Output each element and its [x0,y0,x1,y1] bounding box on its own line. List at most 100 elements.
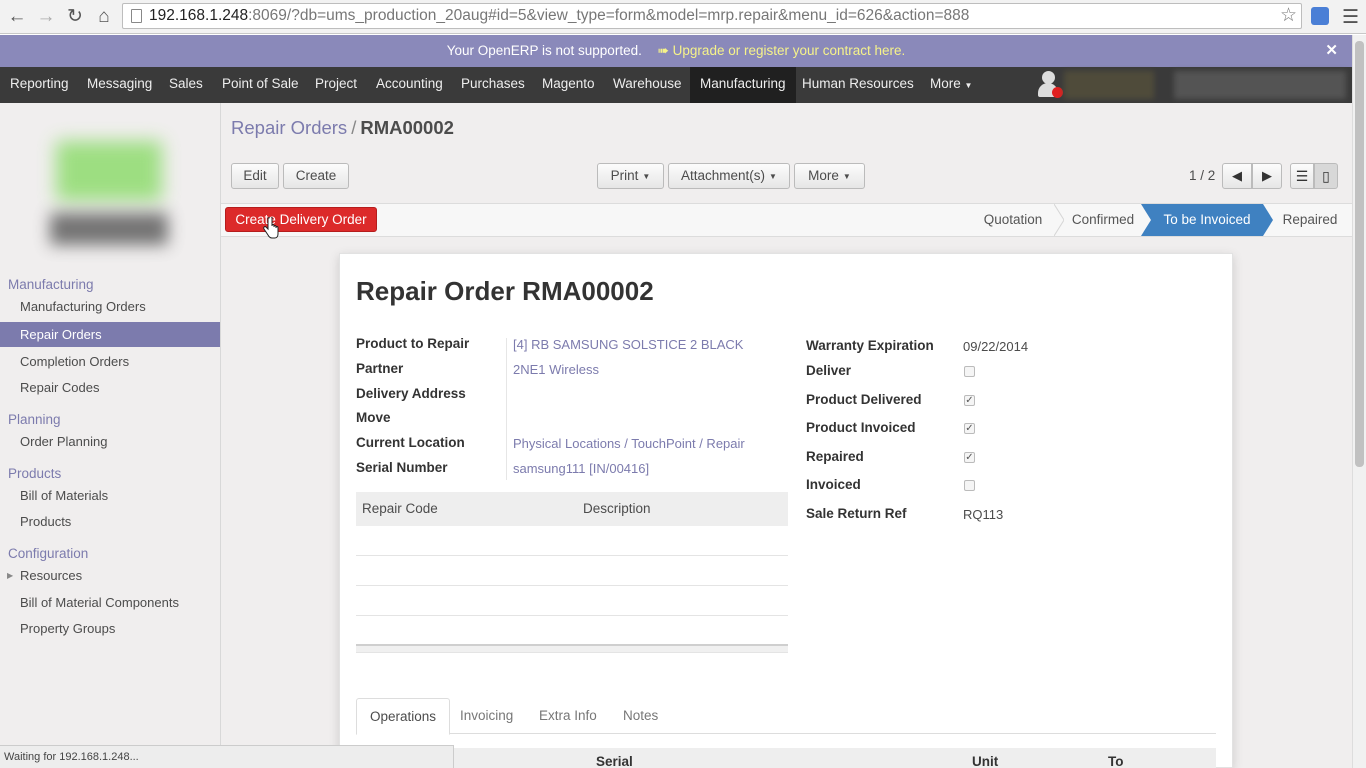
column-repair-code[interactable]: Repair Code [362,492,438,526]
table-row [356,556,788,586]
user-avatar-icon[interactable] [1038,71,1063,98]
next-record-icon[interactable]: ▶ [1252,163,1282,189]
grid-header: Repair Code Description [356,492,788,526]
column-to[interactable]: To [1108,754,1124,768]
expand-triangle-icon[interactable]: ▶ [7,563,13,588]
stage-arrow-right-icon [1263,204,1273,236]
sidebar-item-property-groups[interactable]: Property Groups [0,616,220,641]
value-current-location[interactable]: Physical Locations / TouchPoint / Repair [513,436,745,451]
tab-extra-info[interactable]: Extra Info [526,698,610,734]
blurred-user-info [1064,71,1154,99]
menu-sales[interactable]: Sales [159,67,213,103]
blurred-user-name [1174,71,1346,99]
create-delivery-order-button[interactable]: Create Delivery Order [225,207,377,232]
label-move: Move [356,410,391,425]
home-icon[interactable]: ⌂ [92,5,116,29]
user-area[interactable] [1034,67,1352,103]
stage-confirmed[interactable]: Confirmed [1064,204,1142,236]
notice-message: Your OpenERP is not supported. [446,43,642,58]
browser-menu-icon[interactable]: ☰ [1342,6,1359,29]
breadcrumb-current: RMA00002 [360,117,454,138]
checkbox-product-delivered: ✓ [964,395,975,406]
previous-record-icon[interactable]: ◀ [1222,163,1252,189]
close-notice-icon[interactable]: ✕ [1325,35,1338,67]
status-line: Create Delivery Order Quotation Confirme… [221,203,1352,239]
menu-project[interactable]: Project [305,67,367,103]
browser-toolbar: ← → ↻ ⌂ 192.168.1.248:8069/?db=ums_produ… [0,0,1366,34]
more-button[interactable]: More ▼ [794,163,865,189]
list-view-icon[interactable]: ☰ [1290,163,1314,189]
label-sale-return-ref: Sale Return Ref [806,506,907,521]
sidebar-section-configuration: Configuration [8,546,89,561]
stage-separator-icon [1054,204,1064,236]
bookmark-star-icon[interactable]: ☆ [1280,4,1297,28]
stage-quotation[interactable]: Quotation [970,204,1056,236]
menu-manufacturing[interactable]: Manufacturing [690,67,796,103]
sidebar-item-products[interactable]: Products [0,509,220,534]
table-row [356,586,788,616]
scrollbar-thumb[interactable] [1355,41,1364,467]
sidebar-item-bill-of-materials[interactable]: Bill of Materials [0,483,220,508]
menu-human-resources[interactable]: Human Resources [792,67,924,103]
tab-invoicing[interactable]: Invoicing [447,698,526,734]
sidebar-item-repair-codes[interactable]: Repair Codes [0,375,220,400]
column-serial[interactable]: Serial [596,754,633,768]
forward-icon[interactable]: → [34,5,58,29]
form-sheet: Repair Order RMA00002 Product to Repair … [339,253,1233,768]
sidebar-section-planning: Planning [8,412,61,427]
url-path: :8069/?db=ums_production_20aug#id=5&view… [248,7,970,24]
form-view-icon[interactable]: ▯ [1314,163,1338,189]
attachments-button[interactable]: Attachment(s) ▼ [668,163,790,189]
page-scrollbar[interactable] [1352,35,1366,768]
address-bar[interactable]: 192.168.1.248:8069/?db=ums_production_20… [122,3,1302,29]
label-product-invoiced: Product Invoiced [806,420,916,435]
label-product-delivered: Product Delivered [806,392,922,407]
pager-counter: 1 / 2 [1189,168,1216,183]
menu-messaging[interactable]: Messaging [77,67,162,103]
label-current-location: Current Location [356,435,465,450]
sidebar-item-bom-components[interactable]: Bill of Material Components [0,590,220,615]
breadcrumb-repair-orders[interactable]: Repair Orders [231,117,347,138]
label-serial-number: Serial Number [356,460,448,475]
reload-icon[interactable]: ↻ [63,5,87,29]
extension-icon[interactable] [1311,7,1329,25]
browser-status-bubble: Waiting for 192.168.1.248... [0,745,454,768]
label-partner: Partner [356,361,404,376]
label-product-to-repair: Product to Repair [356,336,470,351]
menu-purchases[interactable]: Purchases [451,67,535,103]
sidebar-item-order-planning[interactable]: Order Planning [0,429,220,454]
label-deliver: Deliver [806,363,852,378]
table-row [356,526,788,556]
value-partner[interactable]: 2NE1 Wireless [513,362,599,377]
value-serial-number[interactable]: samsung111 [IN/00416] [513,461,649,476]
tab-operations[interactable]: Operations [356,698,451,735]
sidebar-item-completion-orders[interactable]: Completion Orders [0,349,220,374]
sidebar-item-repair-orders[interactable]: Repair Orders [0,322,220,347]
tab-notes[interactable]: Notes [610,698,671,734]
main-content: Repair Orders / RMA00002 Edit Create Print… [221,103,1352,768]
stage-repaired[interactable]: Repaired [1275,204,1345,236]
stage-to-be-invoiced[interactable]: To be Invoiced [1151,204,1263,236]
create-button[interactable]: Create [283,163,349,189]
menu-accounting[interactable]: Accounting [366,67,453,103]
menu-reporting[interactable]: Reporting [0,67,79,103]
menu-point-of-sale[interactable]: Point of Sale [212,67,309,103]
menu-magento[interactable]: Magento [532,67,605,103]
value-sale-return-ref: RQ113 [963,507,1004,522]
menu-more[interactable]: More ▼ [920,67,982,103]
checkbox-product-invoiced: ✓ [964,423,975,434]
print-button[interactable]: Print ▼ [597,163,664,189]
value-product-to-repair[interactable]: [4] RB SAMSUNG SOLSTICE 2 BLACK [513,337,743,352]
edit-button[interactable]: Edit [231,163,279,189]
upgrade-link[interactable]: ➠ Upgrade or register your contract here… [658,43,906,58]
back-icon[interactable]: ← [5,5,29,29]
menu-warehouse[interactable]: Warehouse [603,67,692,103]
company-logo [46,141,172,251]
sidebar-section-manufacturing: Manufacturing [8,277,94,292]
sidebar-item-manufacturing-orders[interactable]: Manufacturing Orders [0,294,220,319]
url-host: 192.168.1.248 [149,7,249,24]
sidebar-item-resources[interactable]: ▶ Resources [0,563,220,588]
column-description[interactable]: Description [583,492,651,526]
column-unit[interactable]: Unit [972,754,998,768]
label-warranty-expiration: Warranty Expiration [806,338,934,353]
